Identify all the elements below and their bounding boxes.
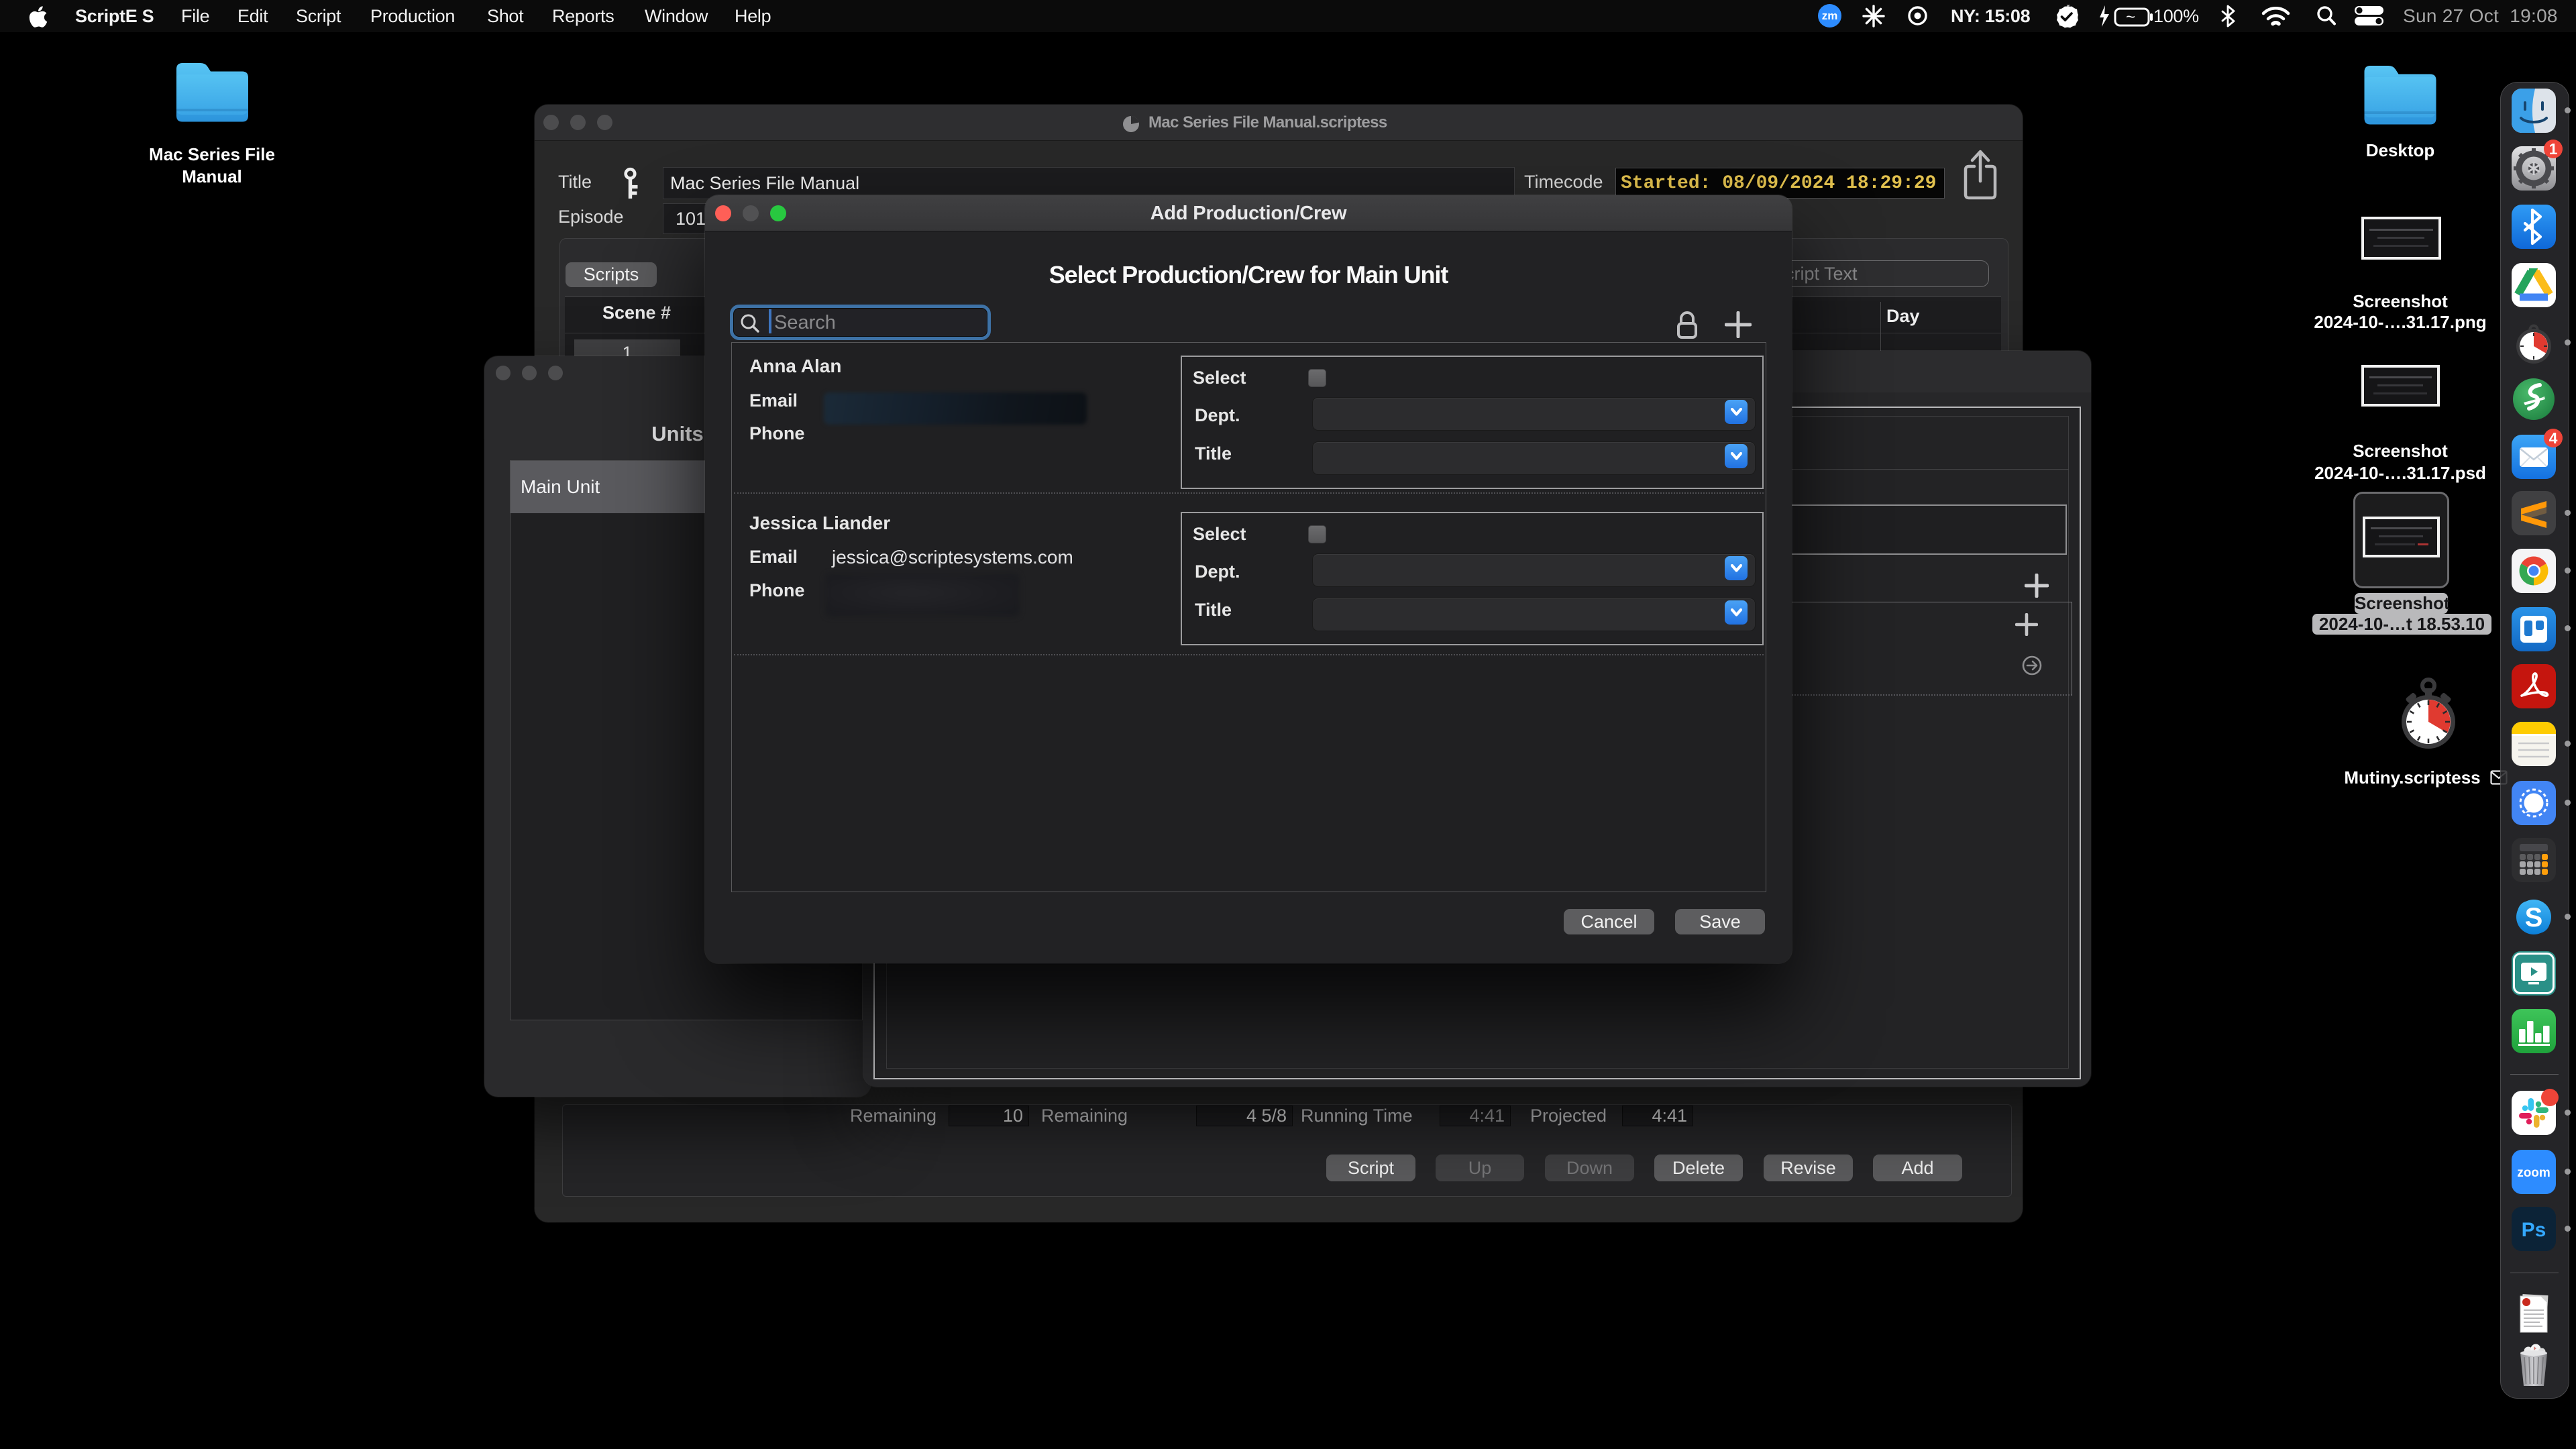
svg-text:zoom: zoom: [2517, 1166, 2551, 1180]
svg-text:~: ~: [2126, 8, 2135, 26]
svg-text:S: S: [2525, 903, 2543, 932]
svg-text:Ps: Ps: [2522, 1219, 2546, 1241]
